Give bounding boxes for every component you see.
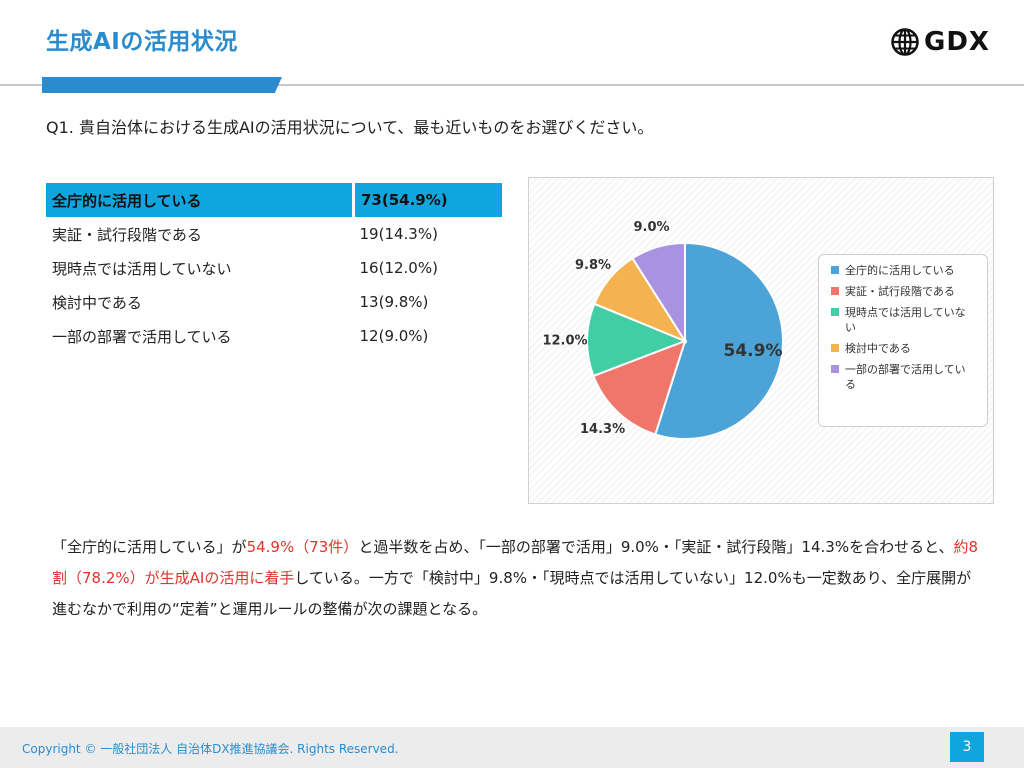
table-row: 全庁的に活用している 73(54.9%) <box>46 183 502 217</box>
globe-icon <box>891 28 919 56</box>
legend-label-line: 全庁的に活用している <box>845 264 955 277</box>
summary-part-1: 「全庁的に活用している」が <box>52 538 247 556</box>
row-label: 現時点では活用していない <box>52 259 232 278</box>
row-value: 12(9.0%) <box>359 327 429 345</box>
footer: Copyright © 一般社団法人 自治体DX推進協議会. Rights Re… <box>0 727 1024 768</box>
legend-item: 一部の部署で活用している <box>831 362 979 392</box>
header-accent-bar <box>42 77 282 93</box>
row-value: 16(12.0%) <box>359 259 438 277</box>
row-value: 73(54.9%) <box>352 183 502 217</box>
copyright-text: Copyright © 一般社団法人 自治体DX推進協議会. Rights Re… <box>22 742 399 756</box>
legend-item: 実証・試行段階である <box>831 284 979 299</box>
row-label: 検討中である <box>52 293 142 312</box>
legend-label: 実証・試行段階である <box>845 284 955 299</box>
legend-label-line: る <box>845 378 856 391</box>
question-text: Q1. 貴自治体における生成AIの活用状況について、最も近いものをお選びください… <box>46 118 654 137</box>
logo: GDX <box>890 22 1010 62</box>
legend-swatch <box>831 287 839 295</box>
summary-part-2: と過半数を占め、「一部の部署で活用」9.0%・「実証・試行段階」14.3%を合わ… <box>358 538 954 556</box>
pie-data-label: 9.0% <box>633 220 669 235</box>
table-row: 検討中である 13(9.8%) <box>46 285 502 319</box>
legend-swatch <box>831 344 839 352</box>
table-row: 現時点では活用していない 16(12.0%) <box>46 251 502 285</box>
summary-text: 「全庁的に活用している」が54.9%（73件）と過半数を占め、「一部の部署で活用… <box>52 532 982 625</box>
row-label: 一部の部署で活用している <box>52 327 232 346</box>
legend-label-line: 検討中である <box>845 342 911 355</box>
legend-swatch <box>831 266 839 274</box>
pie-data-label: 9.8% <box>575 258 611 273</box>
pie-data-label: 54.9% <box>724 341 783 361</box>
legend-label-line: 実証・試行段階である <box>845 285 955 298</box>
legend-label: 現時点では活用していない <box>845 305 966 335</box>
legend-label-line: 一部の部署で活用してい <box>845 363 966 376</box>
pie-data-label: 14.3% <box>580 422 625 437</box>
legend-swatch <box>831 308 839 316</box>
pie-chart-panel: 54.9% 14.3% 12.0% 9.8% 9.0% 全庁的に活用している 実証・試行段… <box>528 177 994 504</box>
row-label: 実証・試行段階である <box>52 225 202 244</box>
legend-item: 検討中である <box>831 341 979 356</box>
page-title: 生成AIの活用状況 <box>46 29 238 55</box>
legend-item: 全庁的に活用している <box>831 263 979 278</box>
summary-highlight-1: 54.9%（73件） <box>246 538 359 556</box>
legend-swatch <box>831 365 839 373</box>
legend-label: 検討中である <box>845 341 911 356</box>
row-value: 13(9.8%) <box>359 293 429 311</box>
page-number: 3 <box>950 732 984 762</box>
result-table: 全庁的に活用している 73(54.9%) 実証・試行段階である 19(14.3%) 現時… <box>46 183 502 353</box>
row-label: 全庁的に活用している <box>46 183 354 217</box>
legend-item: 現時点では活用していない <box>831 305 979 335</box>
legend-label: 一部の部署で活用している <box>845 362 966 392</box>
legend-label-line: い <box>845 321 856 334</box>
legend-label: 全庁的に活用している <box>845 263 955 278</box>
row-value: 19(14.3%) <box>359 225 438 243</box>
chart-legend: 全庁的に活用している 実証・試行段階である 現時点では活用していない検討中である 一部… <box>818 254 988 427</box>
pie-data-label: 12.0% <box>542 333 587 348</box>
legend-label-line: 現時点では活用していな <box>845 306 966 319</box>
table-row: 一部の部署で活用している 12(9.0%) <box>46 319 502 353</box>
logo-text: GDX <box>924 27 990 57</box>
table-row: 実証・試行段階である 19(14.3%) <box>46 217 502 251</box>
